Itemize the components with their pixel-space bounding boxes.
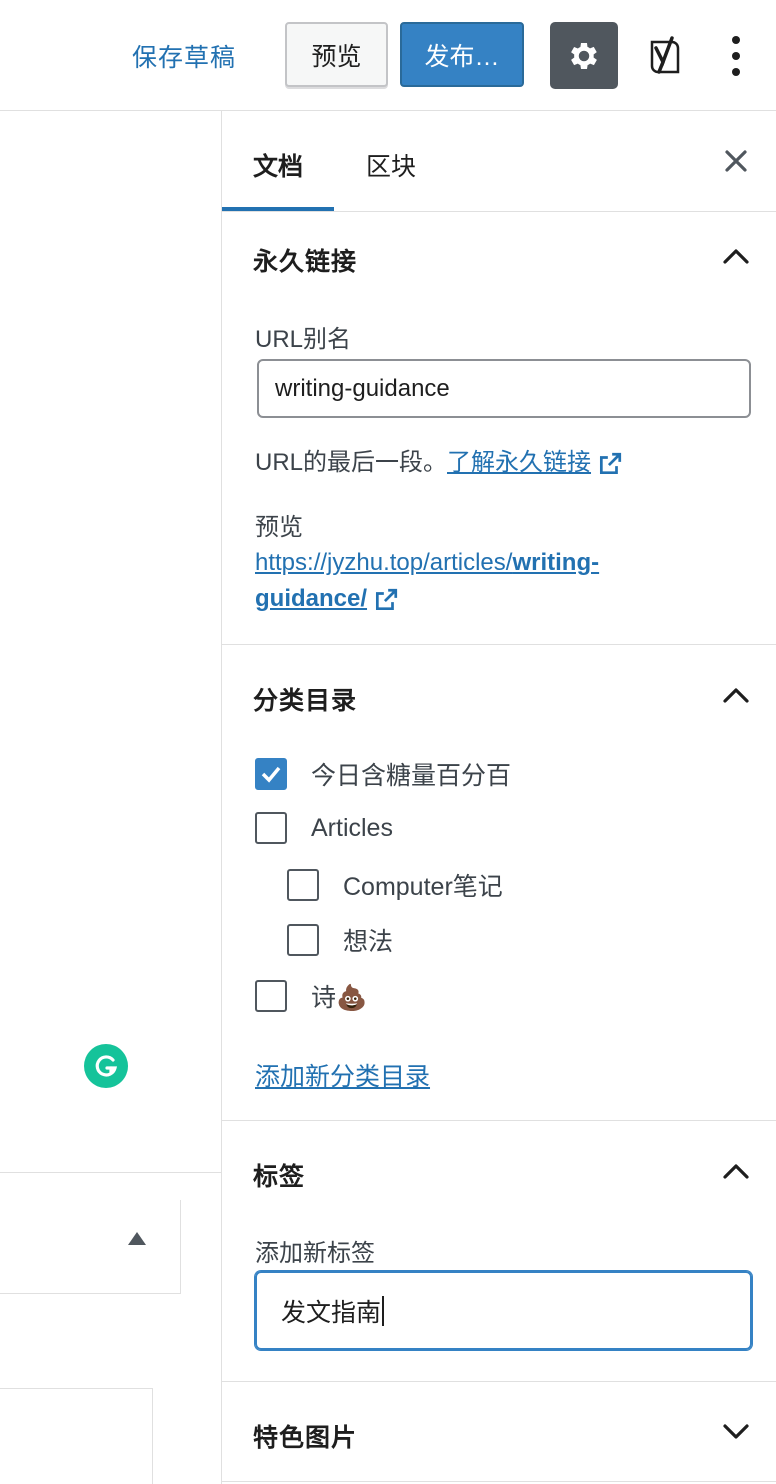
gear-icon [571, 42, 597, 69]
divider [0, 1172, 221, 1173]
close-icon[interactable] [724, 149, 748, 173]
chevron-up-icon[interactable] [722, 686, 750, 704]
sidebar-tabs: 文档 区块 [222, 111, 776, 212]
panel-title[interactable]: 永久链接 [253, 242, 357, 278]
categories-panel: 分类目录 今日含糖量百分百 Articles Computer笔记 想法 诗💩 … [222, 645, 776, 1121]
checkbox-checked[interactable] [255, 758, 287, 790]
slug-label: URL别名 [255, 326, 352, 353]
tag-input[interactable]: 发文指南 [255, 1271, 752, 1350]
editor-header: 保存草稿 预览 发布… [0, 0, 776, 111]
category-label: Computer笔记 [343, 873, 503, 901]
settings-sidebar: 文档 区块 永久链接 URL别名 writing-guidance URL的最后… [221, 111, 776, 1484]
chevron-down-icon[interactable] [722, 1423, 750, 1441]
dot-icon [732, 68, 740, 76]
checkbox[interactable] [255, 812, 287, 844]
preview-button[interactable]: 预览 [285, 22, 388, 87]
settings-button[interactable] [550, 22, 618, 89]
category-item[interactable]: 想法 [287, 922, 393, 958]
preview-url-link[interactable]: https://jyzhu.top/articles/writing- guid… [255, 545, 599, 617]
learn-permalink-link[interactable]: 了解永久链接 [447, 449, 591, 476]
add-category-link[interactable]: 添加新分类目录 [255, 1057, 430, 1093]
url-base[interactable]: https://jyzhu.top/articles/ [255, 549, 512, 576]
more-options-button[interactable] [718, 30, 754, 82]
save-draft-button[interactable]: 保存草稿 [132, 38, 236, 74]
slug-help-text: URL的最后一段。了解永久链接 [255, 442, 623, 477]
category-item[interactable]: 诗💩 [255, 978, 367, 1014]
tab-document[interactable]: 文档 [253, 147, 303, 183]
panel-title[interactable]: 分类目录 [253, 681, 357, 717]
panel-title[interactable]: 标签 [253, 1157, 305, 1193]
url-slug[interactable]: guidance/ [255, 585, 367, 612]
yoast-seo-button[interactable] [638, 28, 690, 84]
text-caret [382, 1295, 385, 1326]
tags-panel: 标签 添加新标签 发文指南 [222, 1121, 776, 1382]
chevron-up-icon[interactable] [722, 1162, 750, 1180]
external-link-icon [376, 588, 398, 610]
category-item[interactable]: Articles [255, 812, 393, 844]
checkbox[interactable] [255, 980, 287, 1012]
tag-input-value: 发文指南 [281, 1298, 382, 1327]
category-item[interactable]: Computer笔记 [287, 867, 503, 903]
checkmark-icon [261, 766, 281, 783]
preview-label: 预览 [255, 514, 303, 541]
dot-icon [732, 52, 740, 60]
checkbox[interactable] [287, 924, 319, 956]
featured-image-panel: 特色图片 [222, 1382, 776, 1482]
active-tab-indicator [222, 207, 334, 211]
tab-block[interactable]: 区块 [366, 147, 416, 183]
grammarly-button[interactable] [84, 1044, 128, 1088]
dot-icon [732, 36, 740, 44]
chevron-up-icon[interactable] [722, 247, 750, 265]
category-label: 今日含糖量百分百 [311, 762, 512, 790]
category-label: Articles [311, 813, 393, 842]
panel-title[interactable]: 特色图片 [253, 1418, 357, 1454]
slug-input[interactable]: writing-guidance [257, 359, 751, 418]
category-label: 想法 [343, 928, 394, 956]
url-slug[interactable]: writing- [512, 549, 599, 576]
add-tag-label: 添加新标签 [255, 1240, 375, 1267]
category-item[interactable]: 今日含糖量百分百 [255, 756, 511, 792]
permalink-panel: 永久链接 URL别名 writing-guidance URL的最后一段。了解永… [222, 212, 776, 645]
external-link-icon [599, 452, 622, 474]
publish-button[interactable]: 发布… [400, 22, 524, 87]
help-text-prefix: URL的最后一段。 [255, 449, 448, 476]
meta-box-panel [0, 1388, 153, 1484]
yoast-icon [650, 36, 680, 74]
meta-box-panel [0, 1200, 181, 1294]
checkbox[interactable] [287, 869, 319, 901]
category-label: 诗💩 [311, 984, 368, 1012]
collapse-arrow-icon[interactable] [128, 1232, 146, 1245]
grammarly-icon [95, 1055, 118, 1077]
